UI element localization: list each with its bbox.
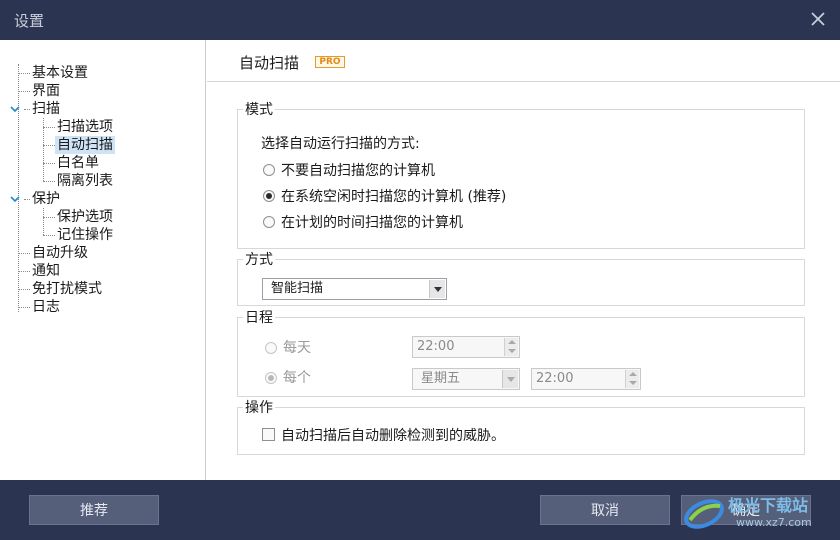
arrow-up-icon[interactable]	[629, 372, 637, 376]
daily-time-value: 22:00	[417, 339, 455, 354]
auto-delete-checkbox[interactable]	[262, 428, 275, 441]
weekday-select[interactable]: 星期五	[412, 368, 520, 390]
radio-scheduled-scan-label[interactable]: 在计划的时间扫描您的计算机	[281, 212, 463, 232]
tree-line	[24, 109, 30, 110]
method-group-label: 方式	[243, 249, 275, 269]
weekly-time-input[interactable]: 22:00	[531, 368, 641, 390]
recommend-button[interactable]: 推荐	[29, 495, 159, 525]
tree-item-protection-options[interactable]: 保护选项	[57, 208, 113, 226]
tree-line	[18, 271, 30, 272]
weekly-time-value: 22:00	[536, 371, 574, 386]
radio-idle-scan-label[interactable]: 在系统空闲时扫描您的计算机 (推荐)	[281, 186, 506, 206]
radio-scheduled-scan[interactable]	[263, 216, 275, 228]
tree-item-do-not-disturb[interactable]: 免打扰模式	[32, 280, 102, 298]
cancel-button[interactable]: 取消	[540, 495, 670, 525]
watermark-url: www.xz7.com	[736, 516, 812, 529]
auto-delete-label[interactable]: 自动扫描后自动删除检测到的威胁。	[281, 425, 505, 445]
mode-group-label: 模式	[243, 99, 275, 119]
tree-line	[18, 73, 30, 74]
tree-item-scan[interactable]: 扫描	[32, 100, 60, 118]
tree-item-remember-actions[interactable]: 记住操作	[57, 226, 113, 244]
tree-line	[43, 181, 55, 182]
tree-line	[43, 163, 55, 164]
tree-line	[18, 289, 30, 290]
tree-line	[18, 64, 19, 312]
radio-daily[interactable]	[265, 342, 277, 354]
chevron-down-icon[interactable]	[502, 370, 518, 388]
page-title: 自动扫描	[239, 54, 300, 72]
arrow-down-icon[interactable]	[508, 349, 516, 353]
tree-item-quarantine[interactable]: 隔离列表	[57, 172, 113, 190]
tree-item-auto-update[interactable]: 自动升级	[32, 244, 88, 262]
arrow-up-icon[interactable]	[508, 340, 516, 344]
tree-line	[18, 253, 30, 254]
tree-item-logs[interactable]: 日志	[32, 298, 60, 316]
tree-line	[43, 127, 55, 128]
tree-item-notifications[interactable]: 通知	[32, 262, 60, 280]
time-spinner[interactable]	[504, 338, 518, 356]
tree-line	[24, 199, 30, 200]
tree-line	[43, 208, 44, 235]
tree-line	[43, 217, 55, 218]
mode-prompt: 选择自动运行扫描的方式:	[261, 136, 420, 152]
tree-line	[43, 145, 55, 146]
tree-line	[43, 235, 55, 236]
radio-no-auto-scan[interactable]	[263, 164, 275, 176]
watermark-logo-icon	[684, 499, 724, 529]
radio-no-auto-scan-label[interactable]: 不要自动扫描您的计算机	[281, 160, 435, 180]
window-title: 设置	[14, 12, 45, 30]
radio-daily-label[interactable]: 每天	[283, 337, 311, 357]
chevron-down-icon[interactable]	[10, 194, 20, 204]
arrow-down-icon[interactable]	[629, 381, 637, 385]
chevron-down-icon[interactable]	[10, 104, 20, 114]
daily-time-input[interactable]: 22:00	[412, 336, 520, 358]
tree-line	[18, 307, 30, 308]
weekday-value: 星期五	[421, 371, 461, 386]
tree-item-auto-scan[interactable]: 自动扫描	[55, 136, 115, 154]
radio-idle-scan[interactable]	[263, 190, 275, 202]
schedule-group-label: 日程	[243, 307, 275, 327]
scan-method-select[interactable]: 智能扫描	[262, 278, 447, 300]
tree-item-scan-options[interactable]: 扫描选项	[57, 118, 113, 136]
tree-item-interface[interactable]: 界面	[32, 82, 60, 100]
scan-method-value: 智能扫描	[271, 281, 324, 296]
dialog-footer: 推荐 取消 确定 极光下载站 www.xz7.com	[0, 480, 840, 540]
schedule-group	[237, 317, 805, 397]
tree-item-whitelist[interactable]: 白名单	[57, 154, 99, 172]
watermark: 极光下载站 www.xz7.com	[682, 488, 832, 536]
action-group-label: 操作	[243, 397, 275, 417]
pro-badge: PRO	[315, 56, 345, 68]
tree-item-protection[interactable]: 保护	[32, 190, 60, 208]
chevron-down-icon[interactable]	[429, 280, 445, 298]
time-spinner[interactable]	[625, 370, 639, 388]
settings-tree: 基本设置 界面 扫描 扫描选项 自动扫描 白名单 隔离列表 保护 保护选项 记住…	[0, 40, 206, 480]
watermark-text: 极光下载站	[728, 496, 809, 515]
close-icon[interactable]	[808, 9, 828, 29]
radio-each[interactable]	[265, 372, 277, 384]
tree-item-basic-settings[interactable]: 基本设置	[32, 64, 88, 82]
settings-panel: 自动扫描 PRO 模式 选择自动运行扫描的方式: 不要自动扫描您的计算机 在系统…	[207, 40, 840, 480]
tree-line	[18, 91, 30, 92]
radio-each-label[interactable]: 每个	[283, 367, 311, 387]
panel-header: 自动扫描 PRO	[207, 40, 840, 82]
title-bar: 设置	[0, 0, 840, 40]
